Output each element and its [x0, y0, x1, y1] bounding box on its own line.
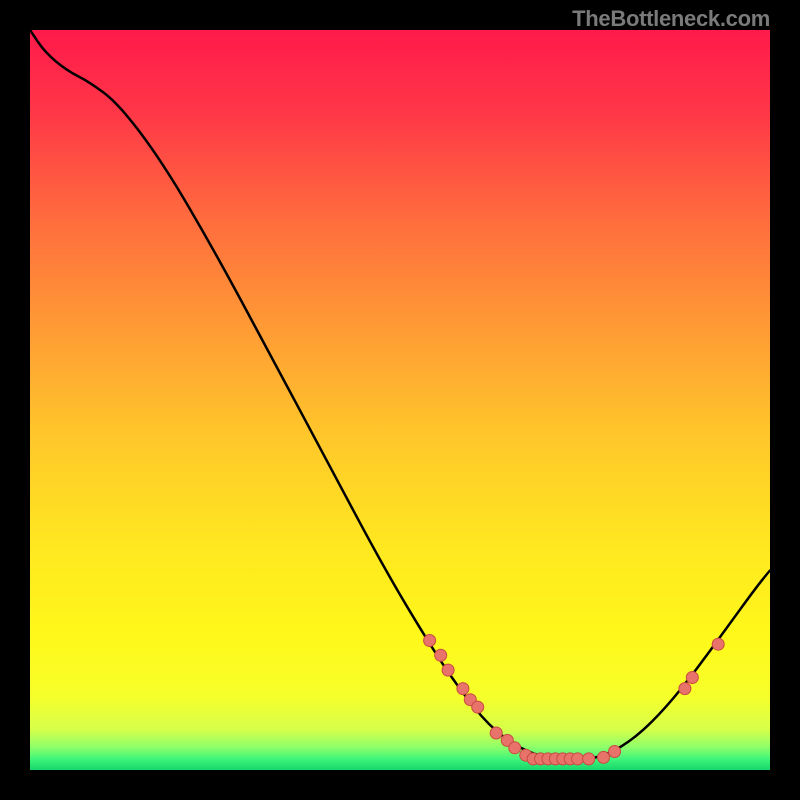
chart-container: TheBottleneck.com: [0, 0, 800, 800]
plot-area: [30, 30, 770, 770]
gradient-background: [30, 30, 770, 770]
watermark-text: TheBottleneck.com: [572, 6, 770, 32]
